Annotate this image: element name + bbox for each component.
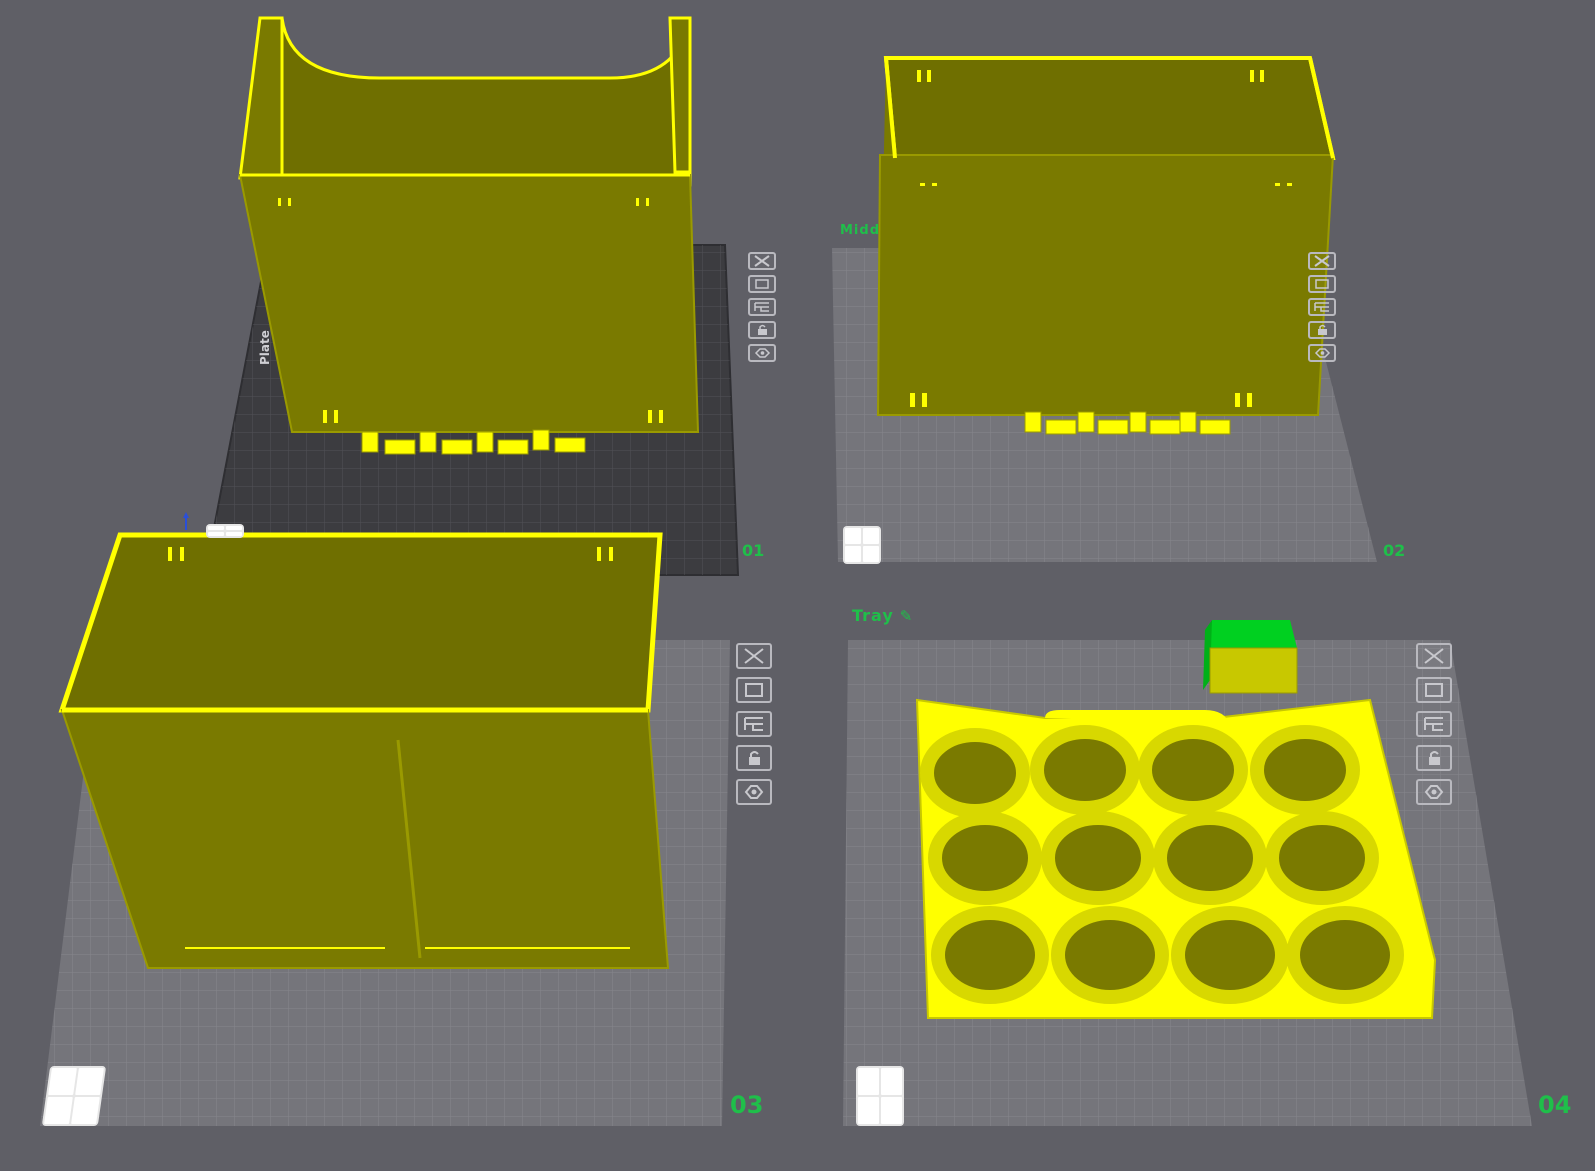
- plate-number-01: 01: [742, 541, 765, 560]
- wipe-tower[interactable]: [1203, 620, 1298, 694]
- lock-plate-button[interactable]: [1308, 321, 1336, 339]
- plate-number-03: 03: [730, 1091, 764, 1119]
- plate-name-02[interactable]: Midd: [840, 223, 880, 238]
- lock-icon: [749, 751, 760, 765]
- plate-name-04-wrap[interactable]: Tray ✎: [852, 606, 912, 625]
- plate-1-corner-logo: [206, 524, 244, 538]
- lock-icon: [758, 324, 767, 335]
- arrange-icon: [1315, 279, 1329, 289]
- plate-number-02: 02: [1383, 541, 1406, 560]
- close-icon: [1424, 648, 1444, 664]
- pencil-icon[interactable]: ✎: [900, 607, 913, 625]
- arrange-icon: [745, 683, 763, 697]
- plate-visibility-button[interactable]: [736, 779, 772, 805]
- layout-icon: [744, 717, 763, 731]
- plate-1-label: Plate: [258, 330, 272, 365]
- plate-2-corner-logo: [843, 526, 881, 564]
- plate-settings-button[interactable]: [1308, 298, 1336, 316]
- model-box-large[interactable]: [58, 532, 670, 969]
- plate-visibility-button[interactable]: [1308, 344, 1336, 362]
- plate-1-toolbar: [748, 252, 776, 362]
- eye-icon: [1314, 348, 1331, 358]
- remove-plate-button[interactable]: [748, 252, 776, 270]
- remove-plate-button[interactable]: [1416, 643, 1452, 669]
- arrange-plate-button[interactable]: [748, 275, 776, 293]
- plate-number-04: 04: [1538, 1091, 1572, 1119]
- layout-icon: [1424, 717, 1443, 731]
- plate-settings-button[interactable]: [1416, 711, 1452, 737]
- plate-visibility-button[interactable]: [1416, 779, 1452, 805]
- plate-name-04: Tray: [852, 606, 894, 625]
- remove-plate-button[interactable]: [1308, 252, 1336, 270]
- plate-4-toolbar: [1416, 643, 1452, 805]
- plate-settings-button[interactable]: [736, 711, 772, 737]
- plate-visibility-button[interactable]: [748, 344, 776, 362]
- lock-icon: [1318, 324, 1327, 335]
- model-box-curved[interactable]: [238, 16, 700, 455]
- layout-icon: [1314, 302, 1329, 312]
- plate-settings-button[interactable]: [748, 298, 776, 316]
- close-icon: [744, 648, 764, 664]
- arrange-plate-button[interactable]: [736, 677, 772, 703]
- lock-plate-button[interactable]: [748, 321, 776, 339]
- tray-rings: [920, 725, 1404, 1004]
- arrange-icon: [755, 279, 769, 289]
- remove-plate-button[interactable]: [736, 643, 772, 669]
- plate-2-toolbar: [1308, 252, 1336, 362]
- axis-gizmo: [183, 512, 189, 530]
- lock-plate-button[interactable]: [1416, 745, 1452, 771]
- plate-3-toolbar: [736, 643, 772, 805]
- build-plate-viewport[interactable]: [0, 0, 1595, 1171]
- lock-icon: [1429, 751, 1440, 765]
- close-icon: [1314, 255, 1330, 267]
- eye-icon: [754, 348, 771, 358]
- arrange-icon: [1425, 683, 1443, 697]
- plate-4-corner-logo: [856, 1066, 904, 1126]
- eye-icon: [1424, 785, 1444, 799]
- eye-icon: [744, 785, 764, 799]
- layout-icon: [754, 302, 769, 312]
- arrange-plate-button[interactable]: [1308, 275, 1336, 293]
- arrange-plate-button[interactable]: [1416, 677, 1452, 703]
- plate-3-corner-logo: [41, 1066, 107, 1126]
- model-box-middle[interactable]: [876, 56, 1336, 435]
- lock-plate-button[interactable]: [736, 745, 772, 771]
- close-icon: [754, 255, 770, 267]
